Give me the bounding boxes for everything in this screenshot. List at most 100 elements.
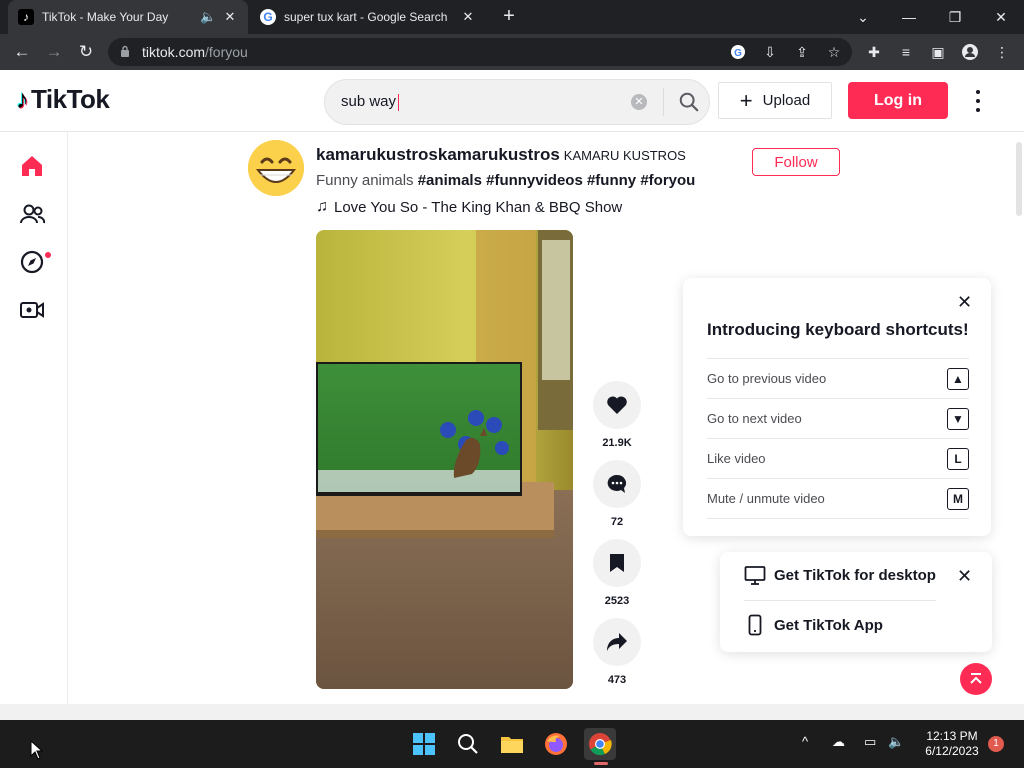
- bookmark-star-icon[interactable]: ☆: [822, 40, 846, 64]
- page-scrollbar[interactable]: [1016, 142, 1022, 216]
- search-bar[interactable]: sub way ✕: [324, 79, 710, 125]
- video-player[interactable]: [316, 230, 573, 689]
- chrome-icon[interactable]: [584, 728, 616, 760]
- onedrive-cloud-icon[interactable]: ☁: [832, 734, 845, 750]
- caption-text: Funny animals: [316, 172, 414, 189]
- search-icon[interactable]: [678, 91, 700, 113]
- live-video-icon[interactable]: [18, 296, 46, 324]
- username[interactable]: kamarukustroskamarukustros: [316, 145, 560, 164]
- upload-button[interactable]: + Upload: [718, 82, 832, 119]
- save-count: 2523: [604, 595, 630, 607]
- lock-icon: [120, 45, 130, 60]
- chrome-menu-icon[interactable]: ⋮: [990, 40, 1014, 64]
- url-host: tiktok.com: [142, 44, 206, 60]
- google-lens-icon[interactable]: G: [726, 40, 750, 64]
- hashtag-link[interactable]: #animals: [418, 172, 482, 189]
- following-icon[interactable]: [18, 200, 46, 228]
- get-tiktok-panel: Get TikTok for desktop ✕ Get TikTok App: [720, 552, 992, 652]
- tab-google-search[interactable]: G super tux kart - Google Search ✕: [250, 0, 486, 34]
- close-window-button[interactable]: ✕: [978, 0, 1024, 34]
- tab-tiktok[interactable]: ♪ TikTok - Make Your Day 🔈 ✕: [8, 0, 248, 34]
- reload-button[interactable]: ↻: [74, 40, 98, 64]
- speaker-icon[interactable]: 🔈: [200, 9, 216, 25]
- music-title: Love You So - The King Khan & BBQ Show: [334, 198, 623, 216]
- save-button[interactable]: [593, 539, 641, 587]
- avatar[interactable]: [248, 140, 304, 196]
- tab-title: super tux kart - Google Search: [284, 10, 448, 24]
- active-app-indicator: [594, 762, 608, 765]
- music-link[interactable]: ♫ Love You So - The King Khan & BBQ Show: [316, 198, 622, 216]
- get-app-link[interactable]: Get TikTok App: [744, 614, 883, 636]
- url-path: /foryou: [205, 44, 248, 60]
- comment-count: 72: [610, 516, 624, 528]
- tab-close-icon[interactable]: ✕: [222, 9, 238, 25]
- file-explorer-icon[interactable]: [496, 728, 528, 760]
- back-to-top-button[interactable]: [960, 663, 992, 695]
- comment-button[interactable]: [593, 460, 641, 508]
- shortcut-label: Mute / unmute video: [707, 491, 825, 506]
- search-icon[interactable]: [452, 728, 484, 760]
- share-icon[interactable]: ⇪: [790, 40, 814, 64]
- close-icon[interactable]: ✕: [957, 566, 972, 587]
- tab-search-chevron-icon[interactable]: ⌄: [840, 0, 886, 34]
- share-count: 473: [607, 674, 627, 686]
- back-button[interactable]: ←: [10, 40, 34, 64]
- svg-text:G: G: [734, 48, 742, 59]
- system-clock[interactable]: 12:13 PM 6/12/2023: [912, 729, 992, 759]
- notification-badge[interactable]: 1: [988, 736, 1004, 752]
- tab-close-icon[interactable]: ✕: [460, 9, 476, 25]
- search-input[interactable]: sub way: [341, 93, 627, 111]
- logo-text: TikTok: [31, 84, 110, 114]
- shortcut-label: Go to previous video: [707, 371, 827, 386]
- upload-label: Upload: [762, 92, 811, 109]
- plus-icon: +: [739, 87, 753, 113]
- media-control-icon[interactable]: ≡: [894, 40, 918, 64]
- show-hidden-icons-chevron-icon[interactable]: ^: [802, 734, 808, 749]
- more-options-icon[interactable]: [968, 88, 988, 114]
- tiktok-favicon-icon: ♪: [18, 9, 34, 25]
- left-sidebar: [0, 132, 68, 704]
- home-icon[interactable]: [18, 152, 46, 180]
- like-action[interactable]: 21.9K: [593, 381, 641, 449]
- new-tab-button[interactable]: +: [498, 6, 520, 28]
- mouse-cursor-icon: [30, 740, 44, 760]
- comment-action[interactable]: 72: [593, 460, 641, 528]
- explore-compass-icon[interactable]: [18, 248, 46, 276]
- install-app-icon[interactable]: ⇩: [758, 40, 782, 64]
- side-panel-icon[interactable]: ▣: [926, 40, 950, 64]
- login-button[interactable]: Log in: [848, 82, 948, 119]
- minimize-button[interactable]: —: [886, 0, 932, 34]
- windows-start-icon[interactable]: [408, 728, 440, 760]
- browser-tab-strip: ♪ TikTok - Make Your Day 🔈 ✕ G super tux…: [0, 0, 1024, 34]
- save-action[interactable]: 2523: [593, 539, 641, 607]
- close-icon[interactable]: ✕: [957, 292, 972, 313]
- hashtag-link[interactable]: #funny: [587, 172, 636, 189]
- post-username-line[interactable]: kamarukustroskamarukustros KAMARU KUSTROS: [316, 145, 686, 165]
- get-desktop-label: Get TikTok for desktop: [774, 566, 936, 584]
- hashtag-link[interactable]: #funnyvideos: [486, 172, 583, 189]
- post-caption: Funny animals #animals #funnyvideos #fun…: [316, 172, 695, 189]
- windows-taskbar: ^ ☁ ▭ 🔈 12:13 PM 6/12/2023 1: [0, 720, 1024, 768]
- volume-icon[interactable]: 🔈: [888, 734, 904, 750]
- arrow-down-key-icon: ▼: [947, 407, 969, 430]
- like-button[interactable]: [593, 381, 641, 429]
- network-icon[interactable]: ▭: [864, 734, 876, 750]
- hashtag-link[interactable]: #foryou: [640, 172, 695, 189]
- restore-button[interactable]: ❐: [932, 0, 978, 34]
- firefox-icon[interactable]: [540, 728, 572, 760]
- horizontal-scrollbar[interactable]: [0, 704, 1024, 720]
- l-key-icon: L: [947, 447, 969, 470]
- get-desktop-link[interactable]: Get TikTok for desktop: [744, 564, 936, 586]
- arrow-up-key-icon: ▲: [947, 367, 969, 390]
- divider: [744, 600, 936, 601]
- extensions-puzzle-icon[interactable]: ✚: [862, 40, 886, 64]
- forward-button[interactable]: →: [42, 40, 66, 64]
- text-caret: [398, 93, 400, 111]
- comment-icon: [607, 474, 626, 493]
- profile-icon[interactable]: [958, 40, 982, 64]
- follow-button[interactable]: Follow: [752, 148, 840, 176]
- share-button[interactable]: [593, 618, 641, 666]
- share-action[interactable]: 473: [593, 618, 641, 686]
- tiktok-logo[interactable]: ♪ TikTok: [16, 84, 110, 115]
- clear-search-icon[interactable]: ✕: [631, 94, 647, 110]
